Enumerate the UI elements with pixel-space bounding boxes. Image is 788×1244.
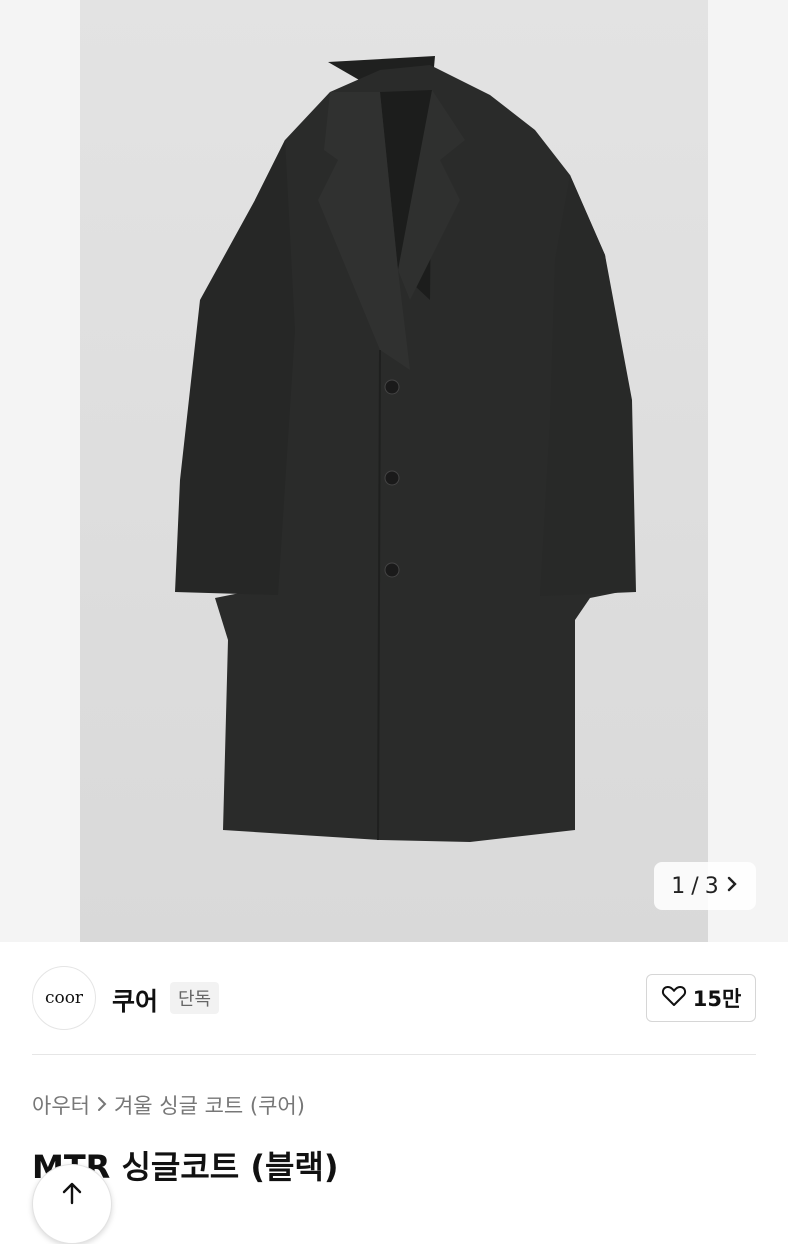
- next-image-peek: [708, 0, 788, 942]
- like-count: 15만: [692, 987, 742, 1011]
- chevron-right-icon: [96, 1093, 108, 1117]
- product-photo: [80, 0, 708, 942]
- prev-image-peek: [0, 0, 80, 942]
- divider: [32, 1054, 756, 1055]
- brand-row: coor 쿠어 단독 15만: [32, 966, 756, 1032]
- breadcrumb: 아우터 겨울 싱글 코트 (쿠어): [32, 1090, 305, 1120]
- counter-current: 1: [671, 873, 686, 899]
- product-image-gallery[interactable]: 1 / 3: [0, 0, 788, 942]
- like-button[interactable]: 15만: [646, 974, 756, 1022]
- exclusive-badge: 단독: [170, 982, 220, 1014]
- arrow-up-icon: [60, 1181, 84, 1243]
- brand-name[interactable]: 쿠어: [112, 982, 158, 1018]
- counter-total: 3: [704, 873, 719, 899]
- image-counter[interactable]: 1 / 3: [654, 862, 756, 910]
- coat-image: [175, 56, 636, 842]
- brand-logo[interactable]: coor: [32, 966, 96, 1030]
- breadcrumb-category[interactable]: 아우터: [32, 1090, 90, 1120]
- breadcrumb-subcategory[interactable]: 겨울 싱글 코트 (쿠어): [114, 1090, 305, 1120]
- counter-separator: /: [691, 873, 699, 899]
- chevron-right-icon: [725, 874, 739, 899]
- brand-logo-text: coor: [44, 988, 84, 1008]
- scroll-top-button[interactable]: [32, 1164, 112, 1244]
- heart-outline-icon: [661, 984, 687, 1013]
